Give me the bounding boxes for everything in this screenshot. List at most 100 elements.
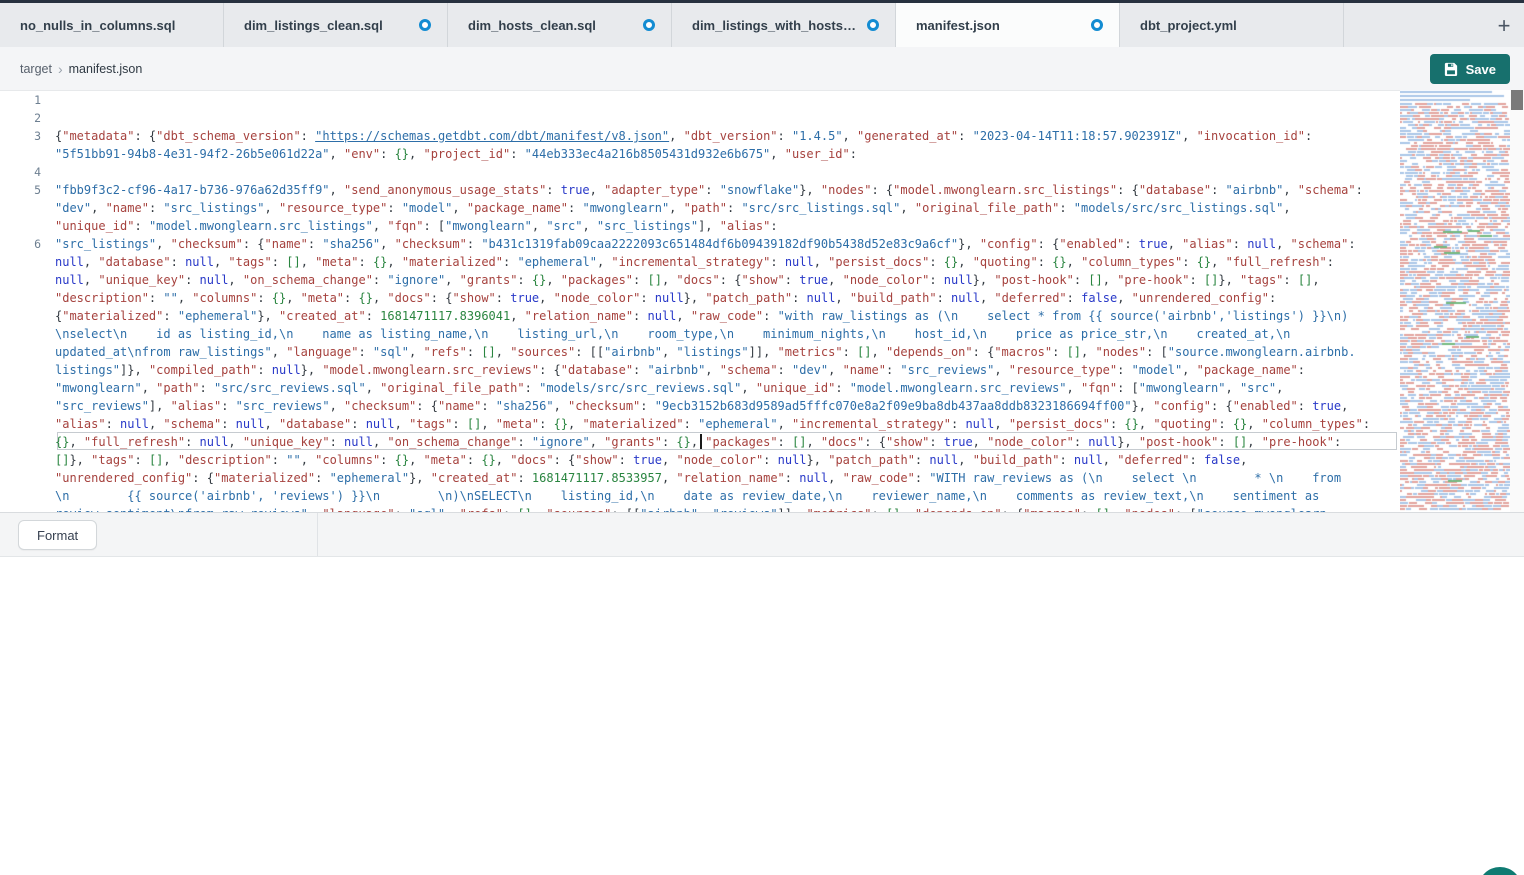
breadcrumb-folder: target bbox=[20, 62, 52, 76]
tab-dbt-project-yml[interactable]: dbt_project.yml bbox=[1120, 3, 1344, 47]
code-text: "unrendered_config": {"materialized": "e… bbox=[55, 469, 1341, 487]
code-text: null, "database": null, "tags": [], "met… bbox=[55, 253, 1334, 271]
code-line[interactable]: listings"]}, "compiled_path": null}, "mo… bbox=[0, 361, 1398, 379]
code-text: "alias": null, "schema": null, "database… bbox=[55, 415, 1370, 433]
breadcrumb-file: manifest.json bbox=[69, 62, 143, 76]
editor-footer-bar: Format bbox=[0, 512, 1524, 557]
line-number: 6 bbox=[0, 235, 55, 253]
line-number bbox=[0, 289, 55, 307]
code-text: "5f51bb91-94b8-4e31-94f2-26b5e061d22a", … bbox=[55, 145, 857, 163]
line-number bbox=[0, 145, 55, 163]
line-number: 1 bbox=[0, 91, 55, 109]
line-number bbox=[0, 379, 55, 397]
line-number bbox=[0, 505, 55, 512]
code-text: "description": "", "columns": {}, "meta"… bbox=[55, 289, 1276, 307]
tab-label: dim_listings_with_hosts.sql bbox=[692, 18, 859, 33]
save-button[interactable]: Save bbox=[1430, 54, 1510, 84]
code-text: {}, "full_refresh": null, "unique_key": … bbox=[55, 433, 1341, 451]
code-line[interactable]: 2 bbox=[0, 109, 1398, 127]
code-line[interactable]: \nselect\n id as listing_id,\n name as l… bbox=[0, 325, 1398, 343]
tab-manifest-json[interactable]: manifest.json bbox=[896, 3, 1120, 47]
code-line[interactable]: {"materialized": "ephemeral"}, "created_… bbox=[0, 307, 1398, 325]
code-text: null, "unique_key": null, "on_schema_cha… bbox=[55, 271, 1320, 289]
code-line[interactable]: {}, "full_refresh": null, "unique_key": … bbox=[0, 433, 1398, 451]
code-text: "fbb9f3c2-cf96-4a17-b736-976a62d35ff9", … bbox=[55, 181, 1363, 199]
code-line[interactable]: "description": "", "columns": {}, "meta"… bbox=[0, 289, 1398, 307]
tab-label: dim_hosts_clean.sql bbox=[468, 18, 596, 33]
footer-divider bbox=[317, 513, 318, 556]
code-line[interactable]: "unique_id": "model.mwonglearn.src_listi… bbox=[0, 217, 1398, 235]
code-line[interactable]: "mwonglearn", "path": "src/src_reviews.s… bbox=[0, 379, 1398, 397]
code-text: "dev", "name": "src_listings", "resource… bbox=[55, 199, 1291, 217]
tab-dim-listings-with-hosts-sql[interactable]: dim_listings_with_hosts.sql bbox=[672, 3, 896, 47]
code-text: \n {{ source('airbnb', 'reviews') }}\n \… bbox=[55, 487, 1319, 505]
code-line[interactable]: null, "database": null, "tags": [], "met… bbox=[0, 253, 1398, 271]
format-button[interactable]: Format bbox=[18, 520, 97, 550]
save-label: Save bbox=[1466, 62, 1496, 77]
line-number: 5 bbox=[0, 181, 55, 199]
unsaved-changes-dot-icon[interactable] bbox=[643, 19, 655, 31]
tab-dim-hosts-clean-sql[interactable]: dim_hosts_clean.sql bbox=[448, 3, 672, 47]
line-number bbox=[0, 271, 55, 289]
code-text: listings"]}, "compiled_path": null}, "mo… bbox=[55, 361, 1305, 379]
line-number bbox=[0, 253, 55, 271]
code-line[interactable]: []}, "tags": [], "description": "", "col… bbox=[0, 451, 1398, 469]
scrollbar-thumb[interactable] bbox=[1511, 90, 1523, 110]
line-number bbox=[0, 397, 55, 415]
code-line[interactable]: "5f51bb91-94b8-4e31-94f2-26b5e061d22a", … bbox=[0, 145, 1398, 163]
line-number bbox=[0, 343, 55, 361]
line-number bbox=[0, 487, 55, 505]
ide-window: no_nulls_in_columns.sql dim_listings_clea… bbox=[0, 0, 1524, 875]
breadcrumb: target › manifest.json bbox=[20, 61, 142, 77]
code-line[interactable]: "alias": null, "schema": null, "database… bbox=[0, 415, 1398, 433]
code-line[interactable]: 6"src_listings", "checksum": {"name": "s… bbox=[0, 235, 1398, 253]
line-number: 3 bbox=[0, 127, 55, 145]
tab-label: no_nulls_in_columns.sql bbox=[20, 18, 175, 33]
unsaved-changes-dot-icon[interactable] bbox=[419, 19, 431, 31]
code-text: updated_at\nfrom raw_listings", "languag… bbox=[55, 343, 1356, 361]
line-number bbox=[0, 433, 55, 451]
new-tab-button[interactable]: + bbox=[1490, 12, 1518, 40]
code-line[interactable]: "dev", "name": "src_listings", "resource… bbox=[0, 199, 1398, 217]
file-tab-bar: no_nulls_in_columns.sql dim_listings_clea… bbox=[0, 3, 1524, 47]
code-text: "src_reviews"], "alias": "src_reviews", … bbox=[55, 397, 1348, 415]
code-line[interactable]: 3{"metadata": {"dbt_schema_version": "ht… bbox=[0, 127, 1398, 145]
minimap[interactable] bbox=[1400, 90, 1510, 512]
code-text: []}, "tags": [], "description": "", "col… bbox=[55, 451, 1247, 469]
code-line[interactable]: 1 bbox=[0, 91, 1398, 109]
tab-label: dim_listings_clean.sql bbox=[244, 18, 383, 33]
breadcrumb-chevron-icon: › bbox=[58, 61, 63, 77]
code-text: "unique_id": "model.mwonglearn.src_listi… bbox=[55, 217, 778, 235]
tab-label: dbt_project.yml bbox=[1140, 18, 1237, 33]
code-text: "src_listings", "checksum": {"name": "sh… bbox=[55, 235, 1356, 253]
code-text: \nselect\n id as listing_id,\n name as l… bbox=[55, 325, 1290, 343]
line-number bbox=[0, 199, 55, 217]
tab-dim-listings-clean-sql[interactable]: dim_listings_clean.sql bbox=[224, 3, 448, 47]
line-number bbox=[0, 415, 55, 433]
code-text: review_sentiment\nfrom raw_reviews", "la… bbox=[55, 505, 1334, 512]
tab-label: manifest.json bbox=[916, 18, 1000, 33]
line-number bbox=[0, 325, 55, 343]
code-text: {"metadata": {"dbt_schema_version": "htt… bbox=[55, 127, 1312, 145]
unsaved-changes-dot-icon[interactable] bbox=[1091, 19, 1103, 31]
code-line[interactable]: "unrendered_config": {"materialized": "e… bbox=[0, 469, 1398, 487]
tab-no-nulls-in-columns-sql[interactable]: no_nulls_in_columns.sql bbox=[0, 3, 224, 47]
line-number bbox=[0, 307, 55, 325]
code-editor[interactable]: 123{"metadata": {"dbt_schema_version": "… bbox=[0, 91, 1524, 512]
line-number bbox=[0, 217, 55, 235]
code-text: "mwonglearn", "path": "src/src_reviews.s… bbox=[55, 379, 1283, 397]
code-rows: 123{"metadata": {"dbt_schema_version": "… bbox=[0, 91, 1398, 512]
code-line[interactable]: updated_at\nfrom raw_listings", "languag… bbox=[0, 343, 1398, 361]
save-floppy-icon bbox=[1444, 62, 1458, 76]
code-line[interactable]: 4 bbox=[0, 163, 1398, 181]
code-line[interactable]: review_sentiment\nfrom raw_reviews", "la… bbox=[0, 505, 1398, 512]
code-line[interactable]: 5"fbb9f3c2-cf96-4a17-b736-976a62d35ff9",… bbox=[0, 181, 1398, 199]
unsaved-changes-dot-icon[interactable] bbox=[867, 19, 879, 31]
line-number bbox=[0, 361, 55, 379]
code-line[interactable]: "src_reviews"], "alias": "src_reviews", … bbox=[0, 397, 1398, 415]
code-line[interactable]: \n {{ source('airbnb', 'reviews') }}\n \… bbox=[0, 487, 1398, 505]
code-line[interactable]: null, "unique_key": null, "on_schema_cha… bbox=[0, 271, 1398, 289]
line-number: 2 bbox=[0, 109, 55, 127]
line-number bbox=[0, 451, 55, 469]
scrollbar-track[interactable] bbox=[1510, 90, 1524, 512]
